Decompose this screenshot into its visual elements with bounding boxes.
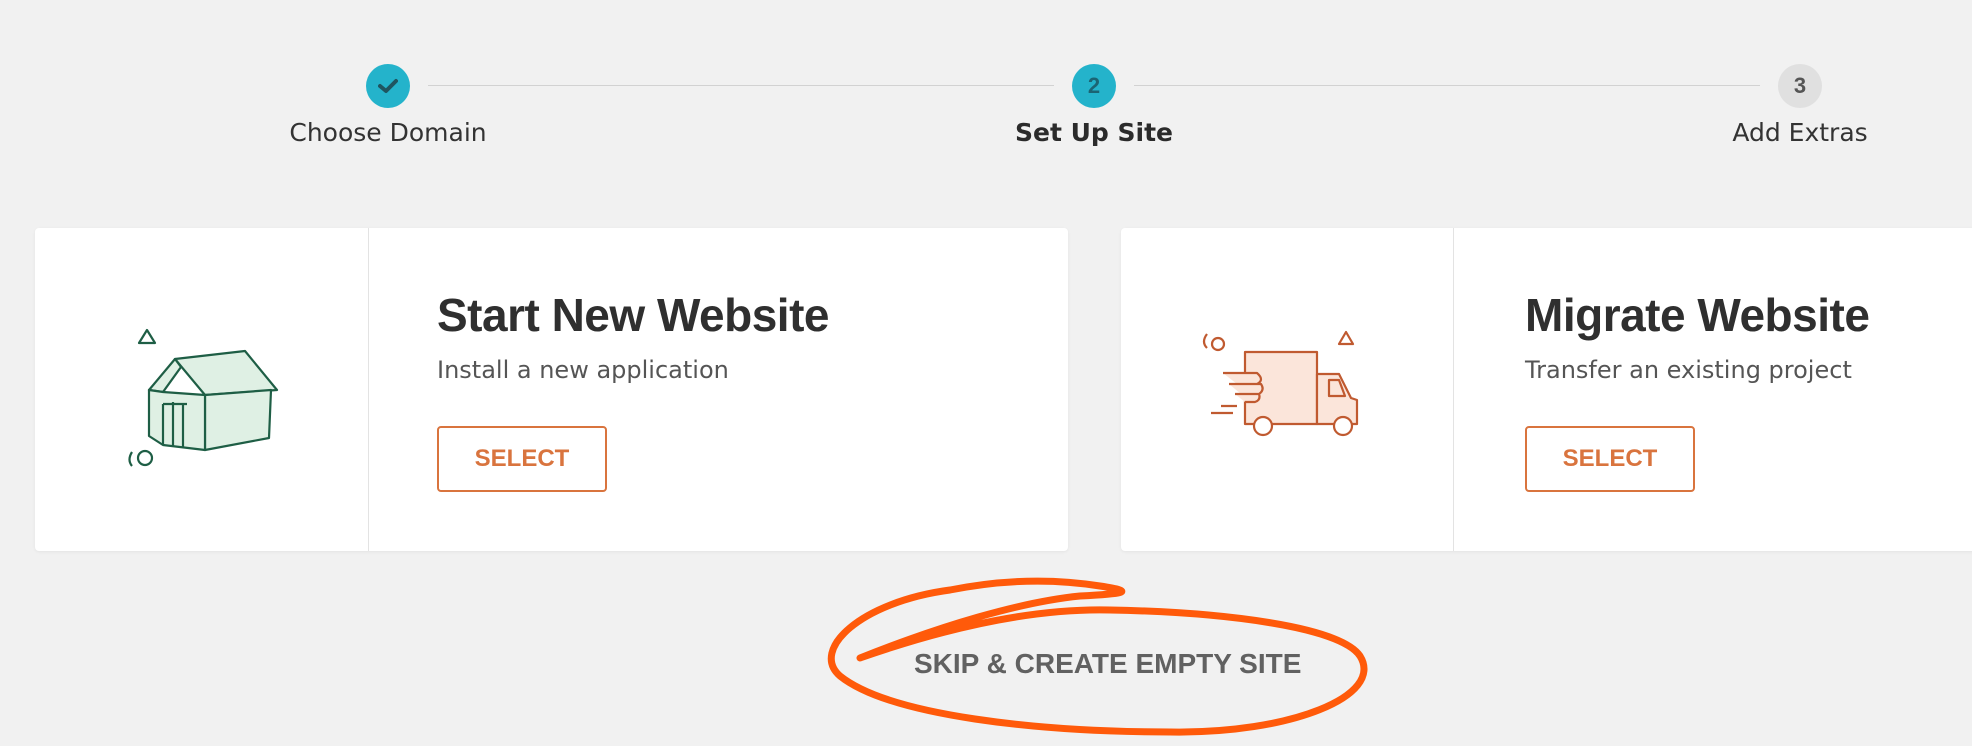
step-1-label[interactable]: Choose Domain [289, 118, 486, 147]
house-box-illustration [125, 324, 315, 479]
start-new-website-card[interactable]: Start New Website Install a new applicat… [35, 228, 1068, 551]
checkmark-icon [378, 79, 398, 93]
delivery-truck-illustration [1201, 328, 1381, 443]
select-start-new-website-button[interactable]: SELECT [437, 426, 607, 492]
card-title: Migrate Website [1525, 289, 1870, 341]
step-2-indicator: 2 [1072, 64, 1116, 108]
migrate-website-card[interactable]: Migrate Website Transfer an existing pro… [1121, 228, 1972, 551]
card-divider [1453, 228, 1454, 551]
skip-create-empty-site-link[interactable]: SKIP & CREATE EMPTY SITE [914, 648, 1301, 680]
step-1-indicator[interactable] [366, 64, 410, 108]
card-divider [368, 228, 369, 551]
step-connector-1 [428, 85, 1054, 86]
select-migrate-website-button[interactable]: SELECT [1525, 426, 1695, 492]
step-3-indicator: 3 [1778, 64, 1822, 108]
setup-stepper: Choose Domain 2 Set Up Site 3 Add Extras [0, 0, 1972, 160]
step-2-label: Set Up Site [1015, 118, 1173, 147]
card-description: Transfer an existing project [1525, 356, 1852, 384]
card-description: Install a new application [437, 356, 729, 384]
card-title: Start New Website [437, 289, 829, 341]
step-connector-2 [1134, 85, 1760, 86]
step-3-label: Add Extras [1732, 118, 1868, 147]
